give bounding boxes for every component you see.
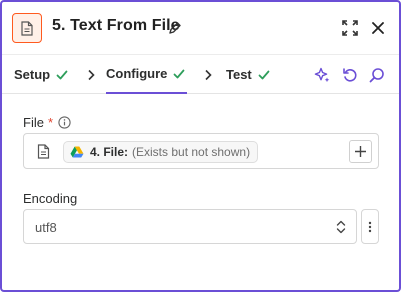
info-icon[interactable] — [58, 116, 71, 129]
mapped-field-pill[interactable]: 4. File: (Exists but not shown) — [63, 141, 259, 163]
check-icon — [173, 69, 185, 78]
required-marker: * — [47, 115, 54, 130]
refresh-icon[interactable] — [341, 66, 359, 84]
google-drive-icon — [70, 146, 84, 158]
tab-configure-label: Configure — [106, 66, 168, 81]
expand-icon[interactable] — [341, 19, 359, 37]
chevron-right-icon — [88, 69, 95, 81]
check-icon — [258, 70, 270, 79]
tab-test[interactable]: Test — [226, 55, 270, 94]
pill-title: 4. File: — [90, 145, 129, 159]
step-tabs: Setup Configure Test — [2, 54, 399, 94]
check-icon — [56, 70, 68, 79]
tab-test-label: Test — [226, 67, 252, 82]
file-text-icon — [12, 13, 42, 43]
file-label-text: File — [23, 115, 44, 130]
tab-setup[interactable]: Setup — [14, 55, 68, 94]
panel-header: 5. Text From File — [2, 2, 399, 54]
file-input[interactable]: 4. File: (Exists but not shown) — [23, 133, 379, 169]
step-title: 5. Text From File — [52, 17, 180, 34]
chevron-right-icon — [205, 69, 212, 81]
encoding-field-label: Encoding — [23, 191, 78, 206]
tab-configure[interactable]: Configure — [106, 55, 188, 94]
chevron-up-down-icon — [336, 220, 346, 234]
file-field-label: File * — [23, 115, 53, 130]
search-icon[interactable] — [368, 66, 386, 84]
more-vertical-icon — [368, 221, 372, 232]
document-icon — [37, 144, 50, 159]
plus-icon — [355, 146, 366, 157]
close-icon[interactable] — [371, 21, 385, 35]
pencil-icon[interactable] — [168, 21, 182, 35]
step-editor-panel: 5. Text From File Setup Configure Test F… — [0, 0, 401, 292]
encoding-value: utf8 — [35, 220, 57, 235]
sparkle-icon[interactable] — [313, 66, 331, 84]
field-options-button[interactable] — [361, 209, 379, 244]
pill-note: (Exists but not shown) — [132, 145, 251, 159]
tab-setup-label: Setup — [14, 67, 51, 82]
encoding-select[interactable]: utf8 — [23, 209, 357, 244]
add-button[interactable] — [349, 140, 372, 163]
